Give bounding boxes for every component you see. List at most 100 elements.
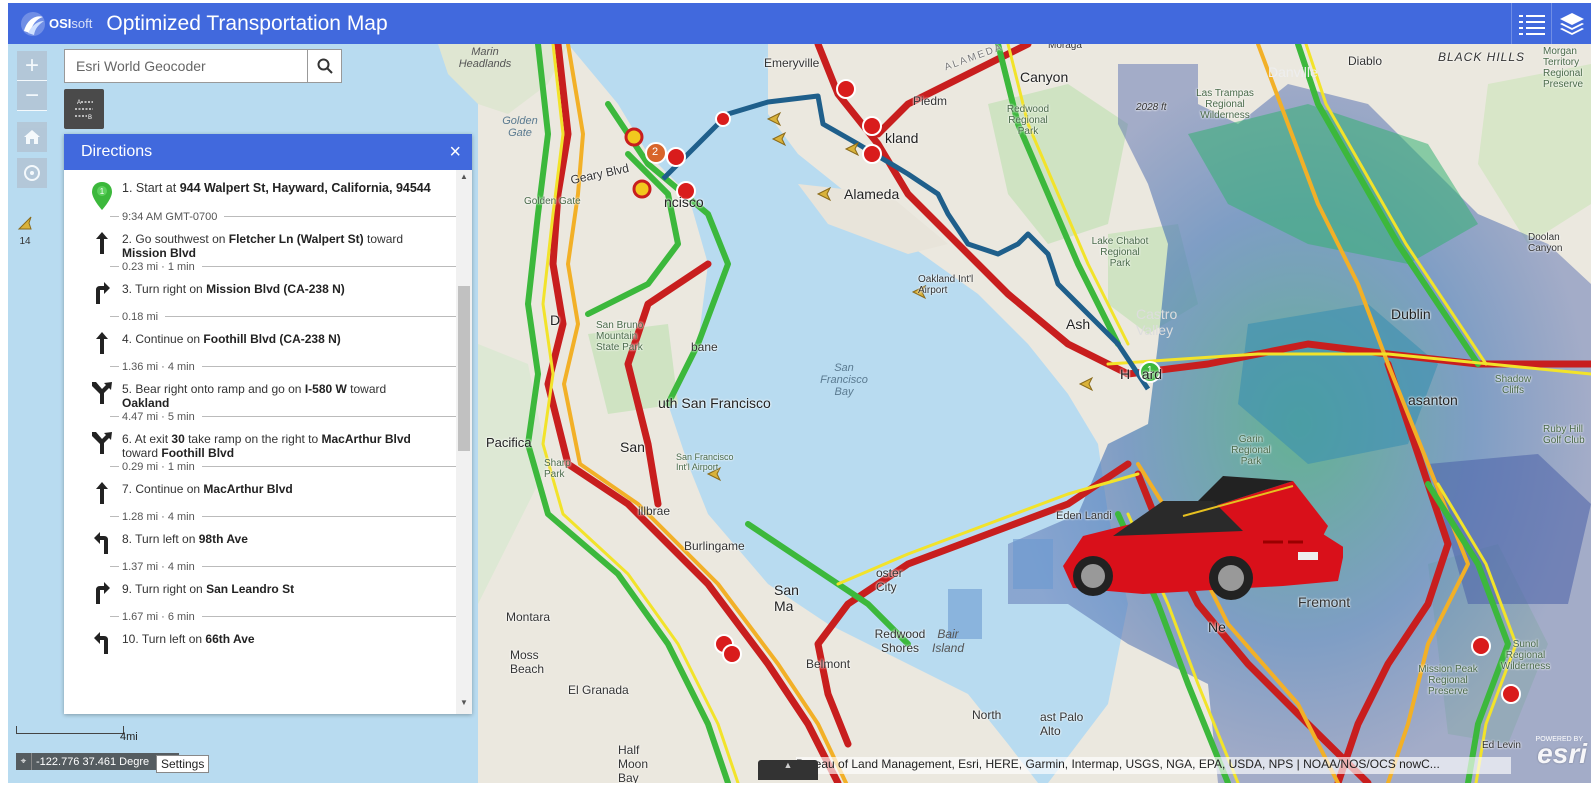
map-attribution: Bureau of Land Management, Esri, HERE, G… xyxy=(796,757,1511,774)
place-redwood-shores: Redwood Shores xyxy=(874,627,926,655)
zoom-out-button[interactable]: − xyxy=(17,81,47,111)
place-mission-peak: Mission Peak Regional Preserve xyxy=(1418,664,1478,697)
place-ashland: Ash xyxy=(1066,316,1091,332)
place-ed-levin: Ed Levin xyxy=(1482,740,1521,751)
direction-step[interactable]: 2. Go southwest on Fletcher Ln (Walpert … xyxy=(82,223,456,260)
scroll-up-arrow-icon[interactable]: ▲ xyxy=(456,172,472,186)
legend-list-button[interactable] xyxy=(1511,3,1551,44)
place-newark: Ne xyxy=(1208,619,1226,635)
directions-toggle-button[interactable]: A B xyxy=(64,89,104,129)
direction-step[interactable]: 4. Continue on Foothill Blvd (CA-238 N) xyxy=(82,323,456,360)
directions-scrollbar[interactable]: ▲ ▼ xyxy=(456,170,472,714)
direction-step[interactable]: 7. Continue on MacArthur Blvd xyxy=(82,473,456,510)
start-pin-icon: 1 xyxy=(92,182,112,210)
step-distance: 0.18 mi xyxy=(82,310,456,323)
place-san-mateo: San Ma xyxy=(774,582,799,614)
start-address: 944 Walpert St, Hayward, California, 945… xyxy=(179,181,431,195)
layers-button[interactable] xyxy=(1551,3,1591,44)
svg-text:1: 1 xyxy=(100,187,105,196)
place-dublin: Dublin xyxy=(1391,306,1431,322)
turn-left-icon xyxy=(94,632,108,654)
direction-step[interactable]: 10. Turn left on 66th Ave xyxy=(82,623,456,660)
place-doolan: Doolan Canyon xyxy=(1528,232,1563,254)
attribution-toggle-button[interactable]: ▲ xyxy=(758,760,818,780)
place-danville: Danville xyxy=(1268,64,1318,80)
place-san-francisco: ncisco xyxy=(664,194,704,210)
turn-right-icon xyxy=(96,582,110,604)
search-icon xyxy=(317,58,333,74)
search-button[interactable] xyxy=(307,50,341,82)
place-garin: Garin Regional Park xyxy=(1231,434,1271,467)
osisoft-logo: OSIsoft xyxy=(20,11,92,37)
place-piedmont: Piedm xyxy=(913,94,948,108)
place-daly: D xyxy=(550,312,561,328)
app-header: OSIsoft Optimized Transportation Map xyxy=(8,3,1591,44)
crosshair-icon: ⌖ xyxy=(16,753,32,770)
turn-left-icon xyxy=(94,532,108,554)
place-half-moon-bay: Half Moon Bay xyxy=(618,743,649,783)
place-shadow-cliffs: Shadow Cliffs xyxy=(1494,374,1532,396)
zoom-control: + − xyxy=(17,51,47,111)
place-alameda: Alameda xyxy=(844,186,900,202)
home-icon xyxy=(24,130,40,144)
place-burlingame: Burlingame xyxy=(684,539,745,553)
svg-text:B: B xyxy=(88,115,92,121)
direction-step[interactable]: 5. Bear right onto ramp and go on I-580 … xyxy=(82,373,456,410)
logo-suffix: soft xyxy=(71,16,93,31)
turn-right-icon xyxy=(96,282,110,304)
place-north: North xyxy=(972,708,1002,722)
direction-step[interactable]: 8. Turn left on 98th Ave xyxy=(82,523,456,560)
place-san-bruno: San xyxy=(620,439,645,455)
zoom-in-button[interactable]: + xyxy=(17,51,47,81)
home-button[interactable] xyxy=(17,122,47,152)
place-headlands: Marin Headlands xyxy=(458,46,512,70)
direction-step[interactable]: 6. At exit 30 take ramp on the right to … xyxy=(82,423,456,460)
scrollbar-thumb[interactable] xyxy=(458,286,470,451)
close-icon[interactable]: × xyxy=(449,141,461,164)
place-montara: Montara xyxy=(506,610,551,624)
app-title: Optimized Transportation Map xyxy=(106,11,388,35)
place-castro-valley: Castro Valley xyxy=(1136,306,1178,338)
place-redwood-park: Redwood Regional Park xyxy=(1006,104,1050,137)
direction-step[interactable]: 3. Turn right on Mission Blvd (CA-238 N) xyxy=(82,273,456,310)
esri-logo[interactable]: esri xyxy=(1537,738,1587,770)
start-time: 9:34 AM GMT-0700 xyxy=(119,210,221,223)
straight-arrow-icon xyxy=(96,482,108,504)
place-sharp-park: Sharp Park xyxy=(544,458,571,480)
list-icon xyxy=(1518,14,1545,35)
place-sunol: Sunol Regional Wilderness xyxy=(1500,639,1551,672)
coordinate-display[interactable]: ⌖ -122.776 37.461 Degre xyxy=(16,753,180,770)
place-moss-beach: Moss Beach xyxy=(510,648,545,676)
place-oakland-airport: Oakland Int'l Airport xyxy=(918,274,974,296)
start-marker-label: 1 xyxy=(1147,365,1153,376)
directions-list[interactable]: 1 1. Start at 944 Walpert St, Hayward, C… xyxy=(64,170,456,714)
place-diablo: Diablo xyxy=(1348,54,1383,68)
scroll-down-arrow-icon[interactable]: ▼ xyxy=(456,698,472,712)
directions-panel-header: Directions × xyxy=(64,134,472,170)
plane-layer-marker[interactable]: 14 xyxy=(15,215,35,247)
place-black-hills: BLACK HILLS xyxy=(1438,50,1526,64)
scale-label: 4mi xyxy=(120,731,138,743)
osisoft-swirl-icon xyxy=(21,11,45,36)
direction-step[interactable]: 9. Turn right on San Leandro St xyxy=(82,573,456,610)
step-distance: 1.36 mi · 4 min xyxy=(82,360,456,373)
place-golden-gate-park: Golden Gate xyxy=(524,196,581,207)
place-canyon: Canyon xyxy=(1020,69,1069,85)
geocoder-search xyxy=(64,49,342,83)
direction-step-start[interactable]: 1 1. Start at 944 Walpert St, Hayward, C… xyxy=(82,170,456,210)
search-input[interactable] xyxy=(65,50,307,82)
plane-marker-label: 14 xyxy=(19,236,31,247)
directions-title: Directions xyxy=(81,143,153,160)
step-distance: 0.29 mi · 1 min xyxy=(82,460,456,473)
step-distance: 1.67 mi · 6 min xyxy=(82,610,456,623)
place-bair-island: Bair Island xyxy=(931,627,965,655)
locate-button[interactable] xyxy=(17,158,47,188)
place-lake-chabot: Lake Chabot Regional Park xyxy=(1091,236,1149,269)
svg-text:A: A xyxy=(77,100,81,106)
vehicle-illustration xyxy=(1063,476,1343,600)
place-ruby-hill: Ruby Hill Golf Club xyxy=(1543,424,1585,446)
place-morgan: Morgan Territory Regional Preserve xyxy=(1543,46,1584,90)
place-sf-bay: San Francisco Bay xyxy=(820,362,868,398)
logo-text: OSIsoft xyxy=(49,16,92,31)
airplane-icon xyxy=(17,216,32,230)
